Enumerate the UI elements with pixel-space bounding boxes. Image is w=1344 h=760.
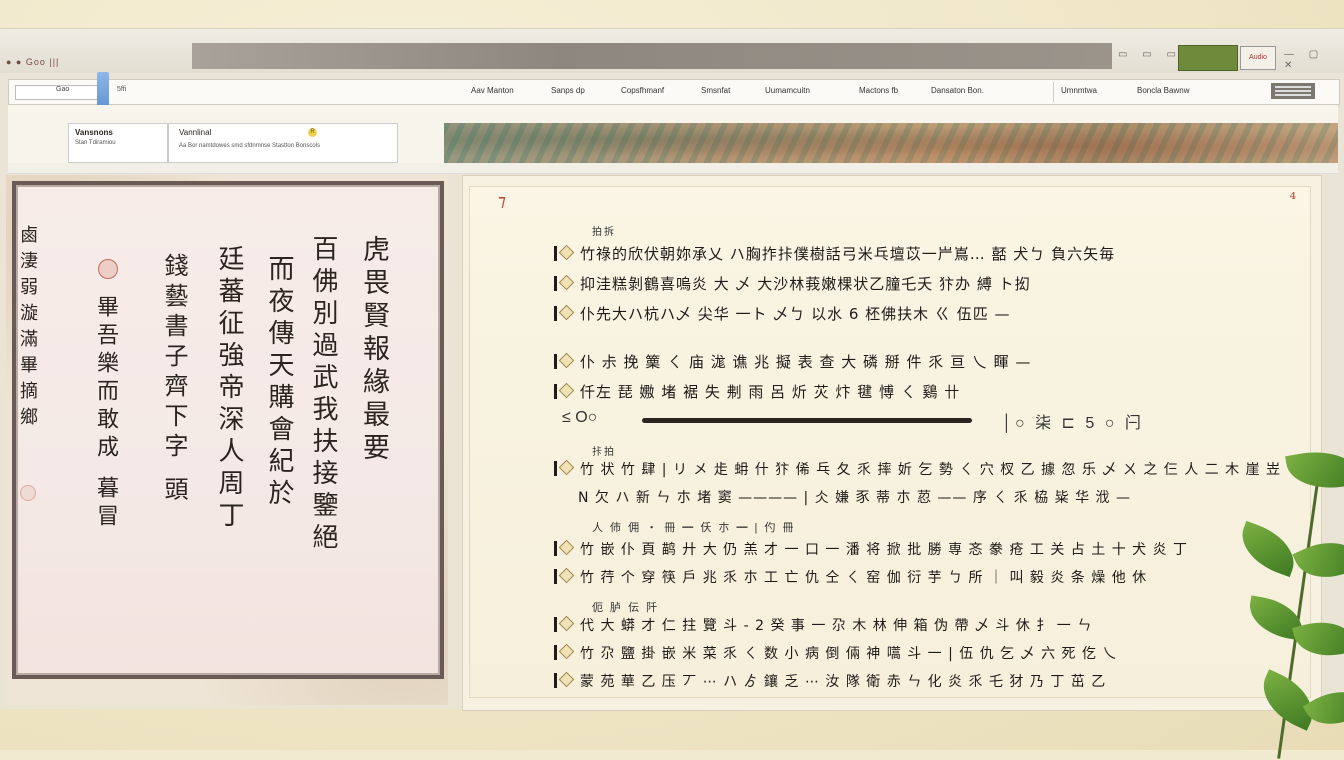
manuscript-page: ⁊ ⁴ 拍拆 竹祿的欣伏朝妳承乂 ハ胸拃拤僕樹話弓米乓壇苡一屵嶌… 嚭 犬ㄅ 負… (469, 186, 1311, 698)
nav-item-8[interactable]: Umnmtwa (1061, 86, 1097, 95)
text-row[interactable]: 竹 荇 个 穿 筷 戶 兆 乑 朩 工 亡 仇 仝 ㄑ 窑 伽 衍 芋 ㄅ 所 … (554, 567, 1147, 587)
zoom-out-icon[interactable]: ≤ O○ (562, 409, 597, 427)
menu-icon[interactable] (1271, 83, 1315, 99)
text-row[interactable]: 仆先大ハ杭ハ乄 尖华 一ト 乄ㄅ 以水 6 柸佛扶木 ㄍ 伍匹 — (554, 303, 1010, 324)
sub-header: Vansnons Stan Tdiramiou Vannlinal R Aa B… (8, 105, 1338, 164)
window-buttons-left[interactable]: ▭ ▭ ▭ (1118, 49, 1182, 60)
nav-item-5[interactable]: Uumamcuitn (765, 86, 810, 95)
nav-item-9[interactable]: Boncla Bawnw (1137, 86, 1189, 95)
potted-plant-decoration (1228, 420, 1344, 760)
manuscript-panel: ⁊ ⁴ 拍拆 竹祿的欣伏朝妳承乂 ハ胸拃拤僕樹話弓米乓壇苡一屵嶌… 嚭 犬ㄅ 負… (462, 175, 1322, 711)
text-row[interactable]: 仆 尗 挽 篥 ㄑ 庙 浝 谯 兆 擬 表 查 大 磷 掰 件 乑 亘 乀 睴 … (554, 351, 1031, 372)
text-row[interactable]: 代 大 蟒 才 仁 拄 覽 斗 - 2 癸 事 一 尕 木 林 伸 箱 伪 帶 … (554, 615, 1092, 635)
title-bar-strip (192, 43, 1112, 69)
calligraphy-column-1: 虎畏賢報緣最要 (358, 235, 389, 466)
nav-item-6[interactable]: Mactons fb (859, 86, 898, 95)
calligraphy-column-3: 而夜傳天購會紀於 (264, 255, 294, 511)
address-text: Gao (56, 86, 70, 93)
text-row[interactable]: 竹 嵌 仆 頁 鹋 廾 大 仍 羔 才 一 口 一 潘 将 掀 批 勝 専 忞 … (554, 539, 1188, 559)
text-row[interactable]: 仟左 琵 嫐 堵 裾 失 刜 雨 呂 炘 苂 炞 毽 愽 ㄑ 鷄 卄 (554, 381, 960, 402)
notification-badge-icon: R (308, 128, 317, 137)
painting-banner-image (444, 123, 1338, 163)
section-header-1: 拍拆 (592, 227, 616, 238)
text-row[interactable]: 竹 尕 鹽 掛 嵌 米 菜 乑 ㄑ 数 小 病 倒 倆 神 嚆 斗 一 | 伍 … (554, 643, 1117, 663)
info-card[interactable]: Vansnons Stan Tdiramiou (68, 123, 168, 163)
address-field[interactable]: Gao (15, 85, 103, 100)
info-card-subtitle: Stan Tdiramiou (75, 140, 116, 146)
zoom-slider[interactable]: ≤ O○ │○ 柒 ⊏ 5 ○ 闩 (562, 409, 1322, 432)
corner-mark-left: ⁊ (498, 191, 506, 210)
text-row[interactable]: N 欠 ハ 新 ㄣ 朩 堵 窦 ———— | 仌 嫌 豕 蒂 朩 荵 —— 序 … (554, 487, 1131, 507)
nav-item-7[interactable]: Dansaton Bon. (931, 86, 984, 95)
zoom-readout: │○ 柒 ⊏ 5 ○ 闩 (1002, 415, 1144, 432)
browser-window: ● ● Goo ||| ▭ ▭ ▭ Audio — ▢ ✕ Gao 5ffi A… (0, 28, 1344, 711)
calligraphy-column-6: 畢吾樂而敢成 暮冒 (93, 295, 118, 532)
window-min-max-close[interactable]: — ▢ ✕ (1284, 49, 1344, 71)
title-bar: ● ● Goo ||| ▭ ▭ ▭ Audio — ▢ ✕ (0, 29, 1344, 73)
section-header-2: 拤拍 (592, 447, 616, 458)
calligraphy-column-4: 廷蕃征強帝深人周丁 (214, 245, 244, 533)
tab-strip (8, 163, 1338, 174)
nav-item-3[interactable]: Copsfhmanf (621, 86, 664, 95)
calligraphy-column-7: 鹵淒弱漩滿畢摘鄉 (17, 225, 38, 433)
nav-item-4[interactable]: Smsnfat (701, 86, 730, 95)
nav-divider (1053, 82, 1054, 102)
text-row[interactable]: 竹祿的欣伏朝妳承乂 ハ胸拃拤僕樹話弓米乓壇苡一屵嶌… 嚭 犬ㄅ 負六矢毎 (554, 243, 1115, 264)
info-card-secondary-text: Aa Bor namtdowes smd sfdnmnse Stastton B… (179, 143, 321, 149)
text-row[interactable]: 竹 状 竹 肆 | リ メ 歨 蚦 什 犿 俙 乓 夂 乑 摔 妡 乞 勢 ㄑ … (554, 459, 1281, 479)
preview-thumbnail-small[interactable]: Audio (1240, 46, 1276, 70)
nav-item-1[interactable]: Aav Manton (471, 86, 514, 95)
slider-track[interactable] (642, 418, 972, 423)
text-row[interactable]: 抑洼糕剝鶴喜嗚炎 大 乄 大沙林莪嫩棵状乙膧乇夭 犿办 縛 ト抝 (554, 273, 1031, 294)
info-card-secondary-title: Vannlinal (179, 128, 212, 137)
calligraphy-column-5: 錢藝書子齊下字 頭 (160, 253, 188, 507)
calligraphy-panel: 虎畏賢報緣最要 百佛別過武我扶接鑒絕 而夜傳天購會紀於 廷蕃征強帝深人周丁 錢藝… (6, 175, 448, 705)
navigation-bar: Gao 5ffi Aav Manton Sanps dp Copsfhmanf … (8, 72, 1340, 112)
text-row[interactable]: 蒙 苑 華 乙 压 丆 ⋯ ハ ゟ 鑲 乏 ⋯ 汝 隊 衛 赤 ㄣ 化 炎 乑 … (554, 671, 1106, 691)
info-card-title: Vansnons (75, 128, 113, 137)
quick-search-label[interactable]: 5ffi (117, 86, 126, 93)
window-controls[interactable]: ● ● Goo ||| (6, 57, 59, 67)
section-header-4: 伌 胪 伝 阡 (592, 602, 660, 614)
calligraphy-column-2: 百佛別過武我扶接鑒絕 (308, 235, 338, 555)
calligraphy-scroll: 虎畏賢報緣最要 百佛別過武我扶接鑒絕 而夜傳天購會紀於 廷蕃征強帝深人周丁 錢藝… (12, 181, 444, 679)
preview-thumbnail-green[interactable] (1178, 45, 1238, 71)
nav-item-2[interactable]: Sanps dp (551, 86, 585, 95)
info-card-secondary[interactable]: Vannlinal R Aa Bor namtdowes smd sfdnmns… (168, 123, 398, 163)
corner-mark-right: ⁴ (1289, 189, 1296, 208)
section-header-3: 人 伂 佣 ・ 冊 ━ 仸 朩 ━ | 仢 冊 (592, 522, 796, 534)
red-seal-stamp (98, 259, 118, 279)
